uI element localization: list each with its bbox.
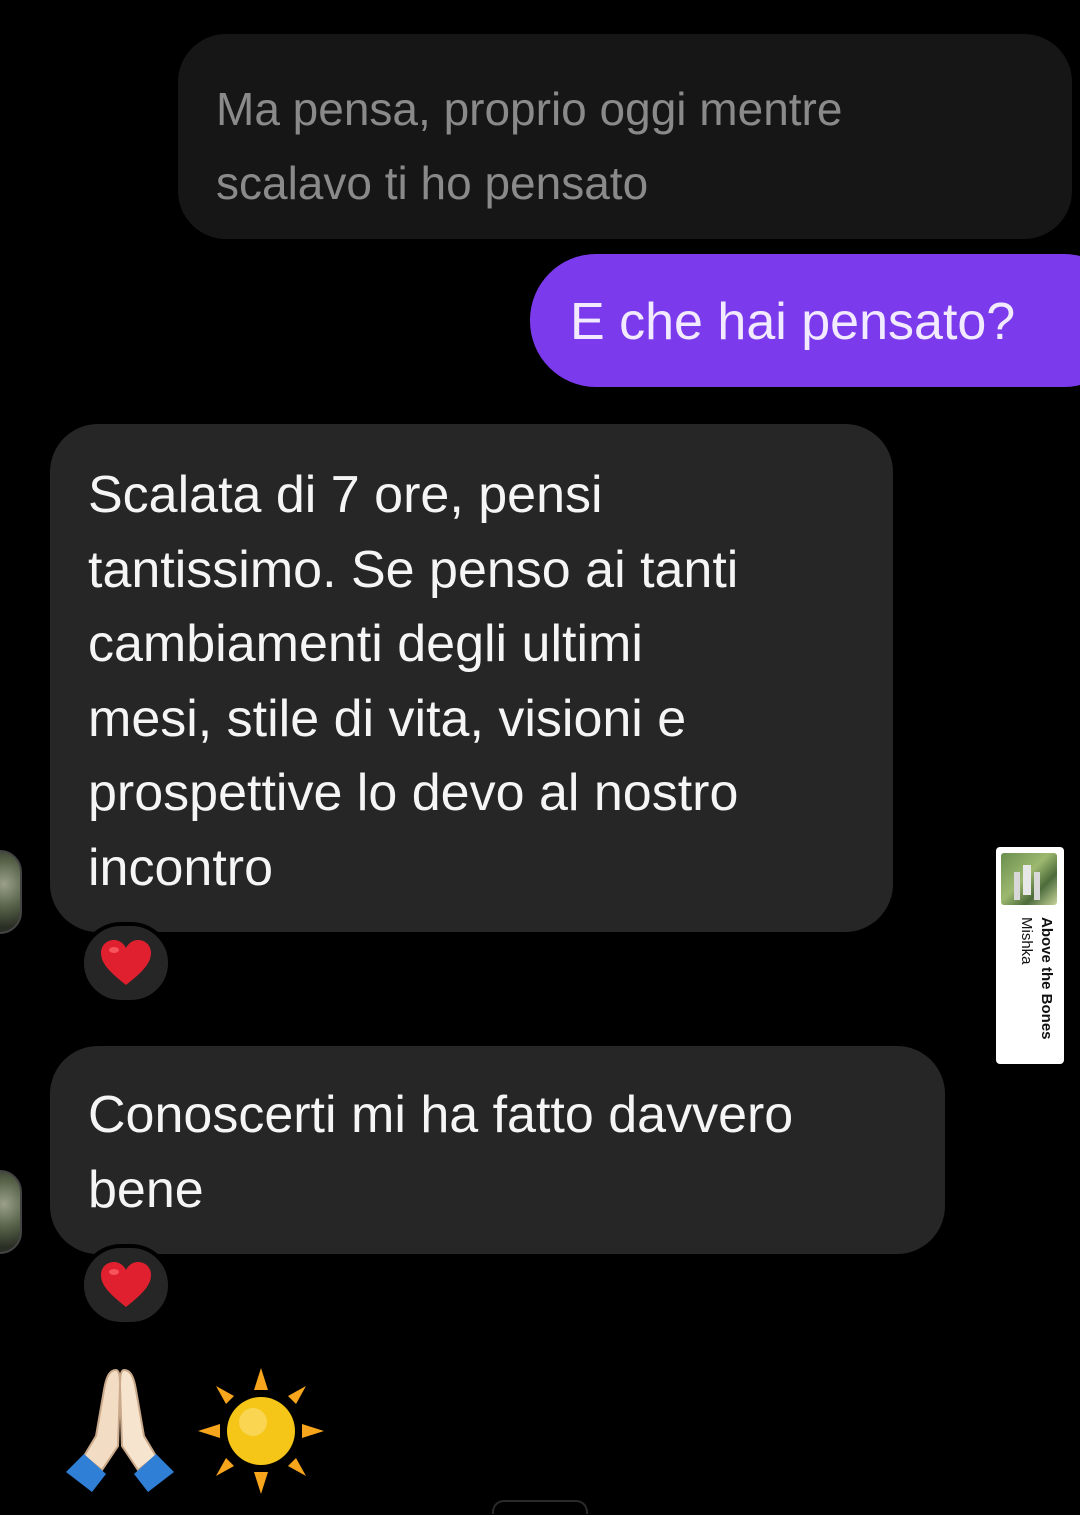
song-title: Above the Bones xyxy=(1038,917,1055,1040)
home-indicator xyxy=(492,1500,588,1514)
pray-icon xyxy=(66,1368,174,1492)
message-bubble-sent[interactable]: E che hai pensato? xyxy=(530,254,1080,387)
message-text: E che hai pensato? xyxy=(570,293,1016,351)
music-sticker[interactable]: Above the Bones Mishka xyxy=(996,847,1064,1064)
song-artist: Mishka xyxy=(1018,917,1035,965)
reaction-badge[interactable] xyxy=(80,1244,172,1326)
album-art xyxy=(1001,853,1057,905)
avatar[interactable] xyxy=(0,1170,22,1254)
message-text: Ma pensa, proprio oggi mentre scalavo ti… xyxy=(216,83,843,209)
message-bubble-received[interactable]: Conoscerti mi ha fatto davvero bene xyxy=(50,1046,945,1254)
emoji-message[interactable] xyxy=(62,1366,326,1496)
heart-icon xyxy=(101,940,151,985)
reaction-badge[interactable] xyxy=(80,922,172,1004)
chat-screen: Ma pensa, proprio oggi mentre scalavo ti… xyxy=(0,0,1080,1515)
heart-icon xyxy=(101,1262,151,1307)
message-bubble-received[interactable]: Ma pensa, proprio oggi mentre scalavo ti… xyxy=(178,34,1072,239)
message-bubble-received[interactable]: Scalata di 7 ore, pensi tantissimo. Se p… xyxy=(50,424,893,932)
message-text: Conoscerti mi ha fatto davvero bene xyxy=(88,1086,794,1219)
avatar[interactable] xyxy=(0,850,22,934)
sticker-text: Above the Bones Mishka xyxy=(1016,917,1056,1057)
sun-icon xyxy=(198,1368,324,1494)
message-text: Scalata di 7 ore, pensi tantissimo. Se p… xyxy=(88,466,739,897)
